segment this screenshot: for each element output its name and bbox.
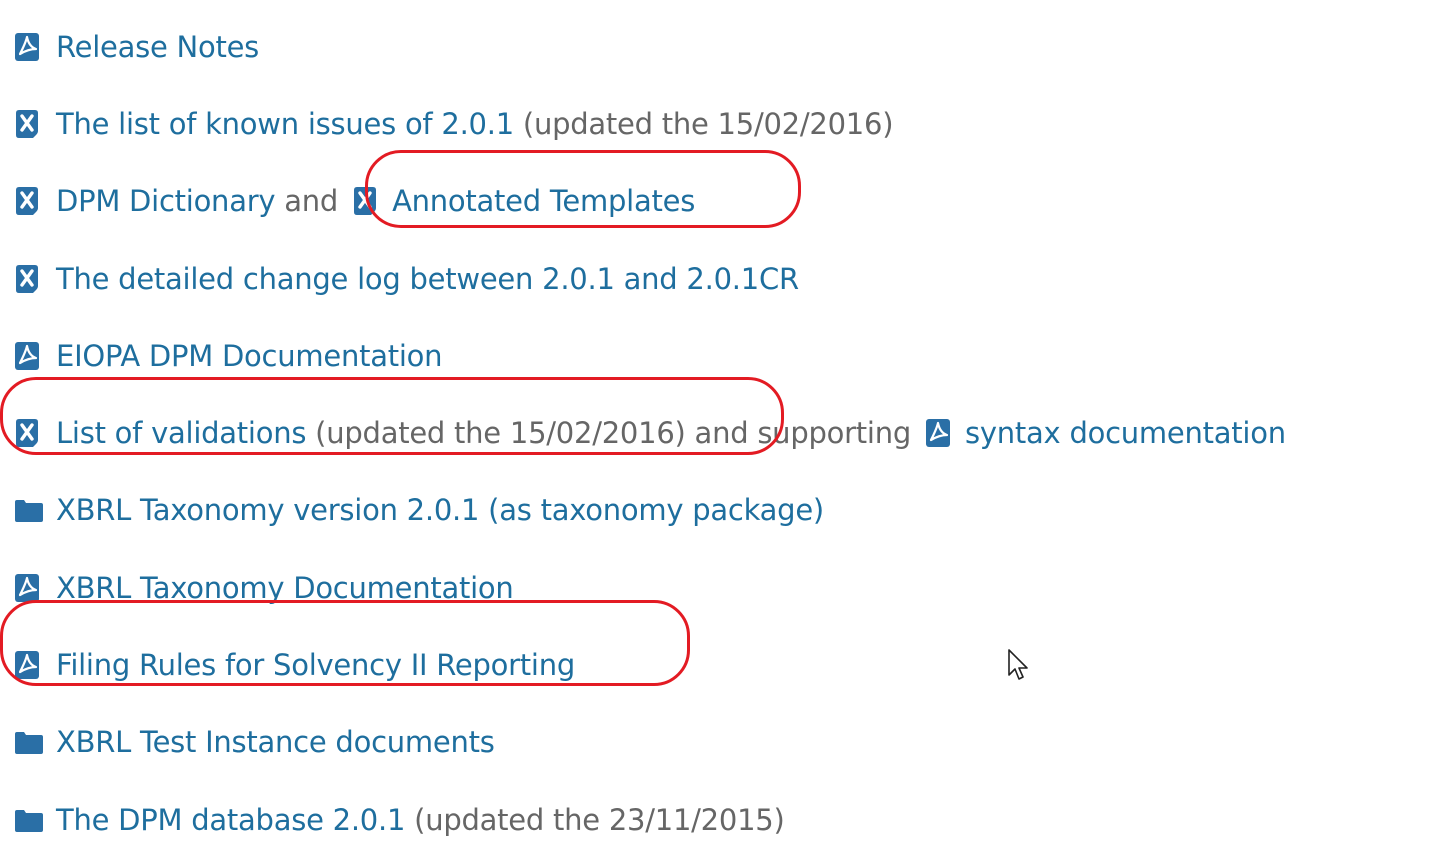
document-link[interactable]: The list of known issues of 2.0.1 [56, 107, 514, 141]
list-item: Release Notes [14, 8, 1454, 85]
document-link[interactable]: DPM Dictionary [56, 184, 276, 218]
document-link[interactable]: Filing Rules for Solvency II Reporting [56, 648, 575, 682]
list-item: EIOPA DPM Documentation [14, 317, 1454, 394]
folder-icon [14, 805, 43, 835]
list-item: XBRL Test Instance documents [14, 704, 1454, 781]
pdf-icon [14, 32, 42, 62]
list-item: The DPM database 2.0.1 (updated the 23/1… [14, 781, 1454, 858]
list-item: XBRL Taxonomy Documentation [14, 549, 1454, 626]
list-item: The list of known issues of 2.0.1 (updat… [14, 85, 1454, 162]
document-link[interactable]: Annotated Templates [392, 184, 695, 218]
excel-icon [14, 264, 42, 294]
document-link[interactable]: syntax documentation [965, 416, 1286, 450]
document-link[interactable]: The detailed change log between 2.0.1 an… [56, 262, 799, 296]
pdf-icon [14, 341, 42, 371]
excel-icon [14, 418, 42, 448]
list-item: Filing Rules for Solvency II Reporting [14, 626, 1454, 703]
description-text: (updated the 23/11/2015) [405, 802, 785, 837]
excel-icon [14, 186, 42, 216]
list-item: The detailed change log between 2.0.1 an… [14, 240, 1454, 317]
list-item: List of validations (updated the 15/02/2… [14, 394, 1454, 471]
excel-icon [14, 109, 42, 139]
pdf-icon [14, 650, 42, 680]
pdf-icon [14, 573, 42, 603]
document-link[interactable]: XBRL Test Instance documents [56, 725, 495, 759]
document-link[interactable]: The DPM database 2.0.1 [56, 803, 405, 837]
mouse-cursor-icon [1008, 649, 1028, 680]
description-text: (updated the 15/02/2016) [513, 106, 894, 141]
pdf-icon [925, 418, 953, 448]
folder-icon [14, 495, 43, 525]
list-item: DPM Dictionary and Annotated Templates [14, 163, 1454, 240]
list-item: XBRL Taxonomy version 2.0.1 (as taxonomy… [14, 472, 1454, 549]
description-text: (updated the 15/02/2016) and supporting [306, 416, 912, 451]
description-text: and [275, 184, 339, 219]
document-link[interactable]: List of validations [56, 416, 306, 450]
document-link-list: Release Notes The list of known issues of… [14, 8, 1454, 858]
document-link[interactable]: XBRL Taxonomy Documentation [56, 571, 514, 605]
folder-icon [14, 727, 43, 757]
document-link[interactable]: XBRL Taxonomy version 2.0.1 (as taxonomy… [56, 493, 824, 527]
excel-icon [352, 186, 380, 216]
document-link[interactable]: EIOPA DPM Documentation [56, 339, 443, 373]
document-link[interactable]: Release Notes [56, 30, 259, 64]
